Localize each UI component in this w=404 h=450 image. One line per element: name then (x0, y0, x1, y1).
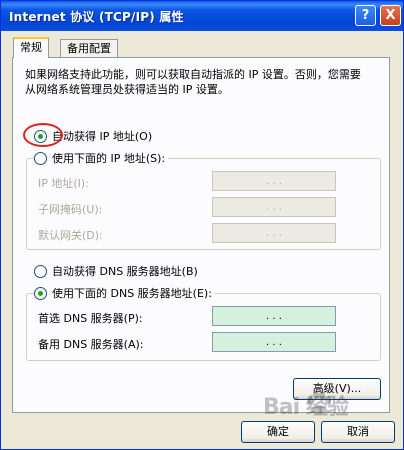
manual-ip-radio[interactable] (34, 151, 47, 165)
default-gateway-input[interactable]: . . . (212, 223, 336, 243)
manual-dns-label: 使用下面的 DNS 服务器地址(E): (52, 287, 212, 300)
close-button[interactable]: X (380, 5, 401, 26)
manual-ip-option[interactable]: 使用下面的 IP 地址(S): (34, 150, 169, 166)
alternate-dns-label: 备用 DNS 服务器(A): (38, 338, 144, 351)
subnet-mask-input[interactable]: . . . (212, 197, 336, 217)
ok-button[interactable]: 确定 (241, 421, 315, 443)
ip-address-input[interactable]: . . . (212, 171, 336, 191)
description-text: 如果网络支持此功能，则可以获取自动指派的 IP 设置。否则，您需要从网络系统管理… (25, 68, 361, 96)
alternate-dns-input[interactable]: . . . (212, 332, 336, 352)
default-gateway-value: . . . (266, 227, 282, 239)
subnet-mask-value: . . . (266, 201, 282, 213)
auto-ip-option[interactable]: 自动获得 IP 地址(O) (34, 128, 152, 144)
tcpip-properties-window: Internet 协议 (TCP/IP) 属性 ? X 常规 备用配置 如果网络… (0, 0, 404, 450)
preferred-dns-label: 首选 DNS 服务器(P): (38, 312, 143, 325)
auto-ip-radio[interactable] (34, 129, 47, 143)
tab-alternate-configuration[interactable]: 备用配置 (60, 39, 118, 57)
preferred-dns-value: . . . (266, 310, 282, 322)
title-bar[interactable]: Internet 协议 (TCP/IP) 属性 ? X (1, 1, 403, 31)
auto-ip-label: 自动获得 IP 地址(O) (52, 130, 153, 143)
manual-ip-label: 使用下面的 IP 地址(S): (52, 152, 166, 165)
default-gateway-label: 默认网关(D): (38, 229, 103, 242)
tab-general[interactable]: 常规 (13, 37, 49, 58)
ip-address-label: IP 地址(I): (38, 177, 89, 190)
auto-dns-option[interactable]: 自动获得 DNS 服务器地址(B) (34, 263, 198, 279)
manual-dns-option[interactable]: 使用下面的 DNS 服务器地址(E): (34, 285, 215, 301)
help-button[interactable]: ? (355, 5, 376, 26)
ip-address-value: . . . (266, 175, 282, 187)
subnet-mask-label: 子网掩码(U): (38, 203, 103, 216)
preferred-dns-input[interactable]: . . . (212, 306, 336, 326)
auto-dns-radio[interactable] (34, 264, 47, 278)
watermark-text: Bai 经验 (263, 395, 349, 420)
cancel-button[interactable]: 取消 (321, 421, 395, 443)
auto-dns-label: 自动获得 DNS 服务器地址(B) (52, 265, 198, 278)
manual-dns-radio[interactable] (34, 286, 47, 300)
alternate-dns-value: . . . (266, 336, 282, 348)
window-title: Internet 协议 (TCP/IP) 属性 (9, 10, 184, 24)
